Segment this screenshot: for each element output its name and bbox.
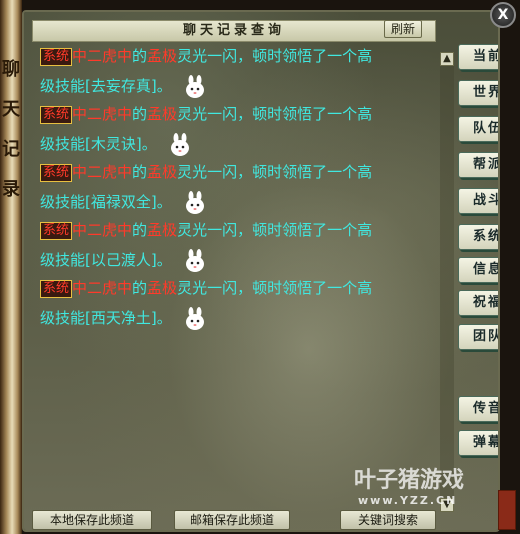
- message-text: 级技能: [40, 135, 86, 153]
- message-line: 系统 中二虎中的孟极灵光一闪，顿时领悟了一个高: [40, 158, 372, 186]
- channel-tab-info[interactable]: 信息: [458, 257, 498, 283]
- channel-tab-group[interactable]: 团队: [458, 324, 498, 350]
- channel-tab-battle[interactable]: 战斗: [458, 188, 498, 214]
- pet-name: 孟极: [147, 47, 178, 65]
- channel-tab-guild[interactable]: 帮派: [458, 152, 498, 178]
- side-scroll-text: 聊 天 记 录: [2, 50, 20, 210]
- player-name[interactable]: 中二虎中: [72, 221, 132, 239]
- rabbit-emote-icon: [185, 306, 204, 330]
- close-icon[interactable]: X: [490, 2, 516, 28]
- skill-link[interactable]: [去妄存真]: [85, 77, 157, 95]
- message-text: 灵光一闪，顿时领悟了一个高: [177, 105, 373, 123]
- message-line: 级技能[以己渡人]。: [40, 246, 207, 274]
- channel-tab-whisper[interactable]: 传音: [458, 396, 498, 422]
- skill-link[interactable]: [以己渡人]: [85, 251, 157, 269]
- watermark-text: 叶子猪游戏: [354, 468, 465, 493]
- channel-tab-world[interactable]: 世界: [458, 80, 498, 106]
- watermark-url: www.YZZ.CN: [358, 494, 458, 507]
- scroll-char: 录: [2, 179, 20, 200]
- channel-tab-current[interactable]: 当前: [458, 44, 498, 70]
- message-line: 级技能[去妄存真]。: [40, 72, 207, 100]
- rabbit-emote-icon: [170, 132, 189, 156]
- message-text: 的: [132, 279, 148, 297]
- message-text: 灵光一闪，顿时领悟了一个高: [177, 279, 373, 297]
- pet-name: 孟极: [147, 221, 178, 239]
- message-line: 级技能[木灵诀]。: [40, 130, 192, 158]
- rabbit-emote-icon: [185, 248, 204, 272]
- scroll-up-button[interactable]: ▲: [440, 52, 454, 66]
- system-tag: 系统: [40, 221, 73, 240]
- channel-tab-system[interactable]: 系统: [458, 224, 498, 250]
- pet-name: 孟极: [147, 279, 178, 297]
- pet-name: 孟极: [147, 163, 178, 181]
- message-text: 级技能: [40, 251, 86, 269]
- scroll-char: 天: [2, 99, 20, 120]
- channel-tab-team[interactable]: 队伍: [458, 116, 498, 142]
- message-line: 级技能[西天净土]。: [40, 304, 207, 332]
- save-local-button[interactable]: 本地保存此频道: [32, 510, 152, 530]
- message-text: 。: [156, 309, 172, 327]
- message-line: 系统 中二虎中的孟极灵光一闪，顿时领悟了一个高: [40, 274, 372, 302]
- message-list: 系统 中二虎中的孟极灵光一闪，顿时领悟了一个高 级技能[去妄存真]。 系统 中二虎中…: [34, 40, 434, 510]
- save-mail-button[interactable]: 邮箱保存此频道: [174, 510, 290, 530]
- message-text: 级技能: [40, 77, 86, 95]
- message-line: 级技能[福禄双全]。: [40, 188, 207, 216]
- message-text: 的: [132, 105, 148, 123]
- skill-link[interactable]: [西天净土]: [85, 309, 157, 327]
- system-tag: 系统: [40, 47, 73, 66]
- channel-tab-danmaku[interactable]: 弹幕: [458, 430, 498, 456]
- scroll-char: 记: [2, 139, 20, 160]
- player-name[interactable]: 中二虎中: [72, 163, 132, 181]
- window-title: 聊天记录查询: [32, 20, 436, 42]
- message-text: 。: [156, 193, 172, 211]
- pet-name: 孟极: [147, 105, 178, 123]
- watermark-logo: 叶子猪游戏 www.YZZ.CN: [354, 462, 498, 510]
- channel-tab-blessing[interactable]: 祝福: [458, 290, 498, 316]
- message-text: 。: [156, 251, 172, 269]
- skill-link[interactable]: [福禄双全]: [85, 193, 157, 211]
- system-tag: 系统: [40, 163, 73, 182]
- seal-decoration: [498, 490, 516, 530]
- skill-link[interactable]: [木灵诀]: [85, 135, 142, 153]
- player-name[interactable]: 中二虎中: [72, 279, 132, 297]
- player-name[interactable]: 中二虎中: [72, 47, 132, 65]
- message-text: 灵光一闪，顿时领悟了一个高: [177, 47, 373, 65]
- system-tag: 系统: [40, 105, 73, 124]
- rabbit-emote-icon: [185, 190, 204, 214]
- system-tag: 系统: [40, 279, 73, 298]
- message-text: 灵光一闪，顿时领悟了一个高: [177, 221, 373, 239]
- message-text: 。: [156, 77, 172, 95]
- message-text: 级技能: [40, 309, 86, 327]
- rabbit-emote-icon: [185, 74, 204, 98]
- player-name[interactable]: 中二虎中: [72, 105, 132, 123]
- message-scrollbar[interactable]: [440, 52, 454, 512]
- message-text: 的: [132, 47, 148, 65]
- message-text: 。: [141, 135, 157, 153]
- message-text: 的: [132, 163, 148, 181]
- message-text: 级技能: [40, 193, 86, 211]
- keyword-search-button[interactable]: 关键词搜索: [340, 510, 436, 530]
- chat-history-panel: 聊天记录查询 ▲ ▼ 系统 中二虎中的孟极灵光一闪，顿时领悟了一个高 级技能[去妄…: [22, 10, 500, 532]
- message-line: 系统 中二虎中的孟极灵光一闪，顿时领悟了一个高: [40, 216, 372, 244]
- scroll-char: 聊: [2, 59, 20, 80]
- message-line: 系统 中二虎中的孟极灵光一闪，顿时领悟了一个高: [40, 100, 372, 128]
- side-scroll-decoration: 聊 天 记 录: [0, 0, 22, 534]
- message-text: 灵光一闪，顿时领悟了一个高: [177, 163, 373, 181]
- message-line: 系统 中二虎中的孟极灵光一闪，顿时领悟了一个高: [40, 42, 372, 70]
- refresh-button[interactable]: 刷新: [384, 20, 422, 38]
- message-text: 的: [132, 221, 148, 239]
